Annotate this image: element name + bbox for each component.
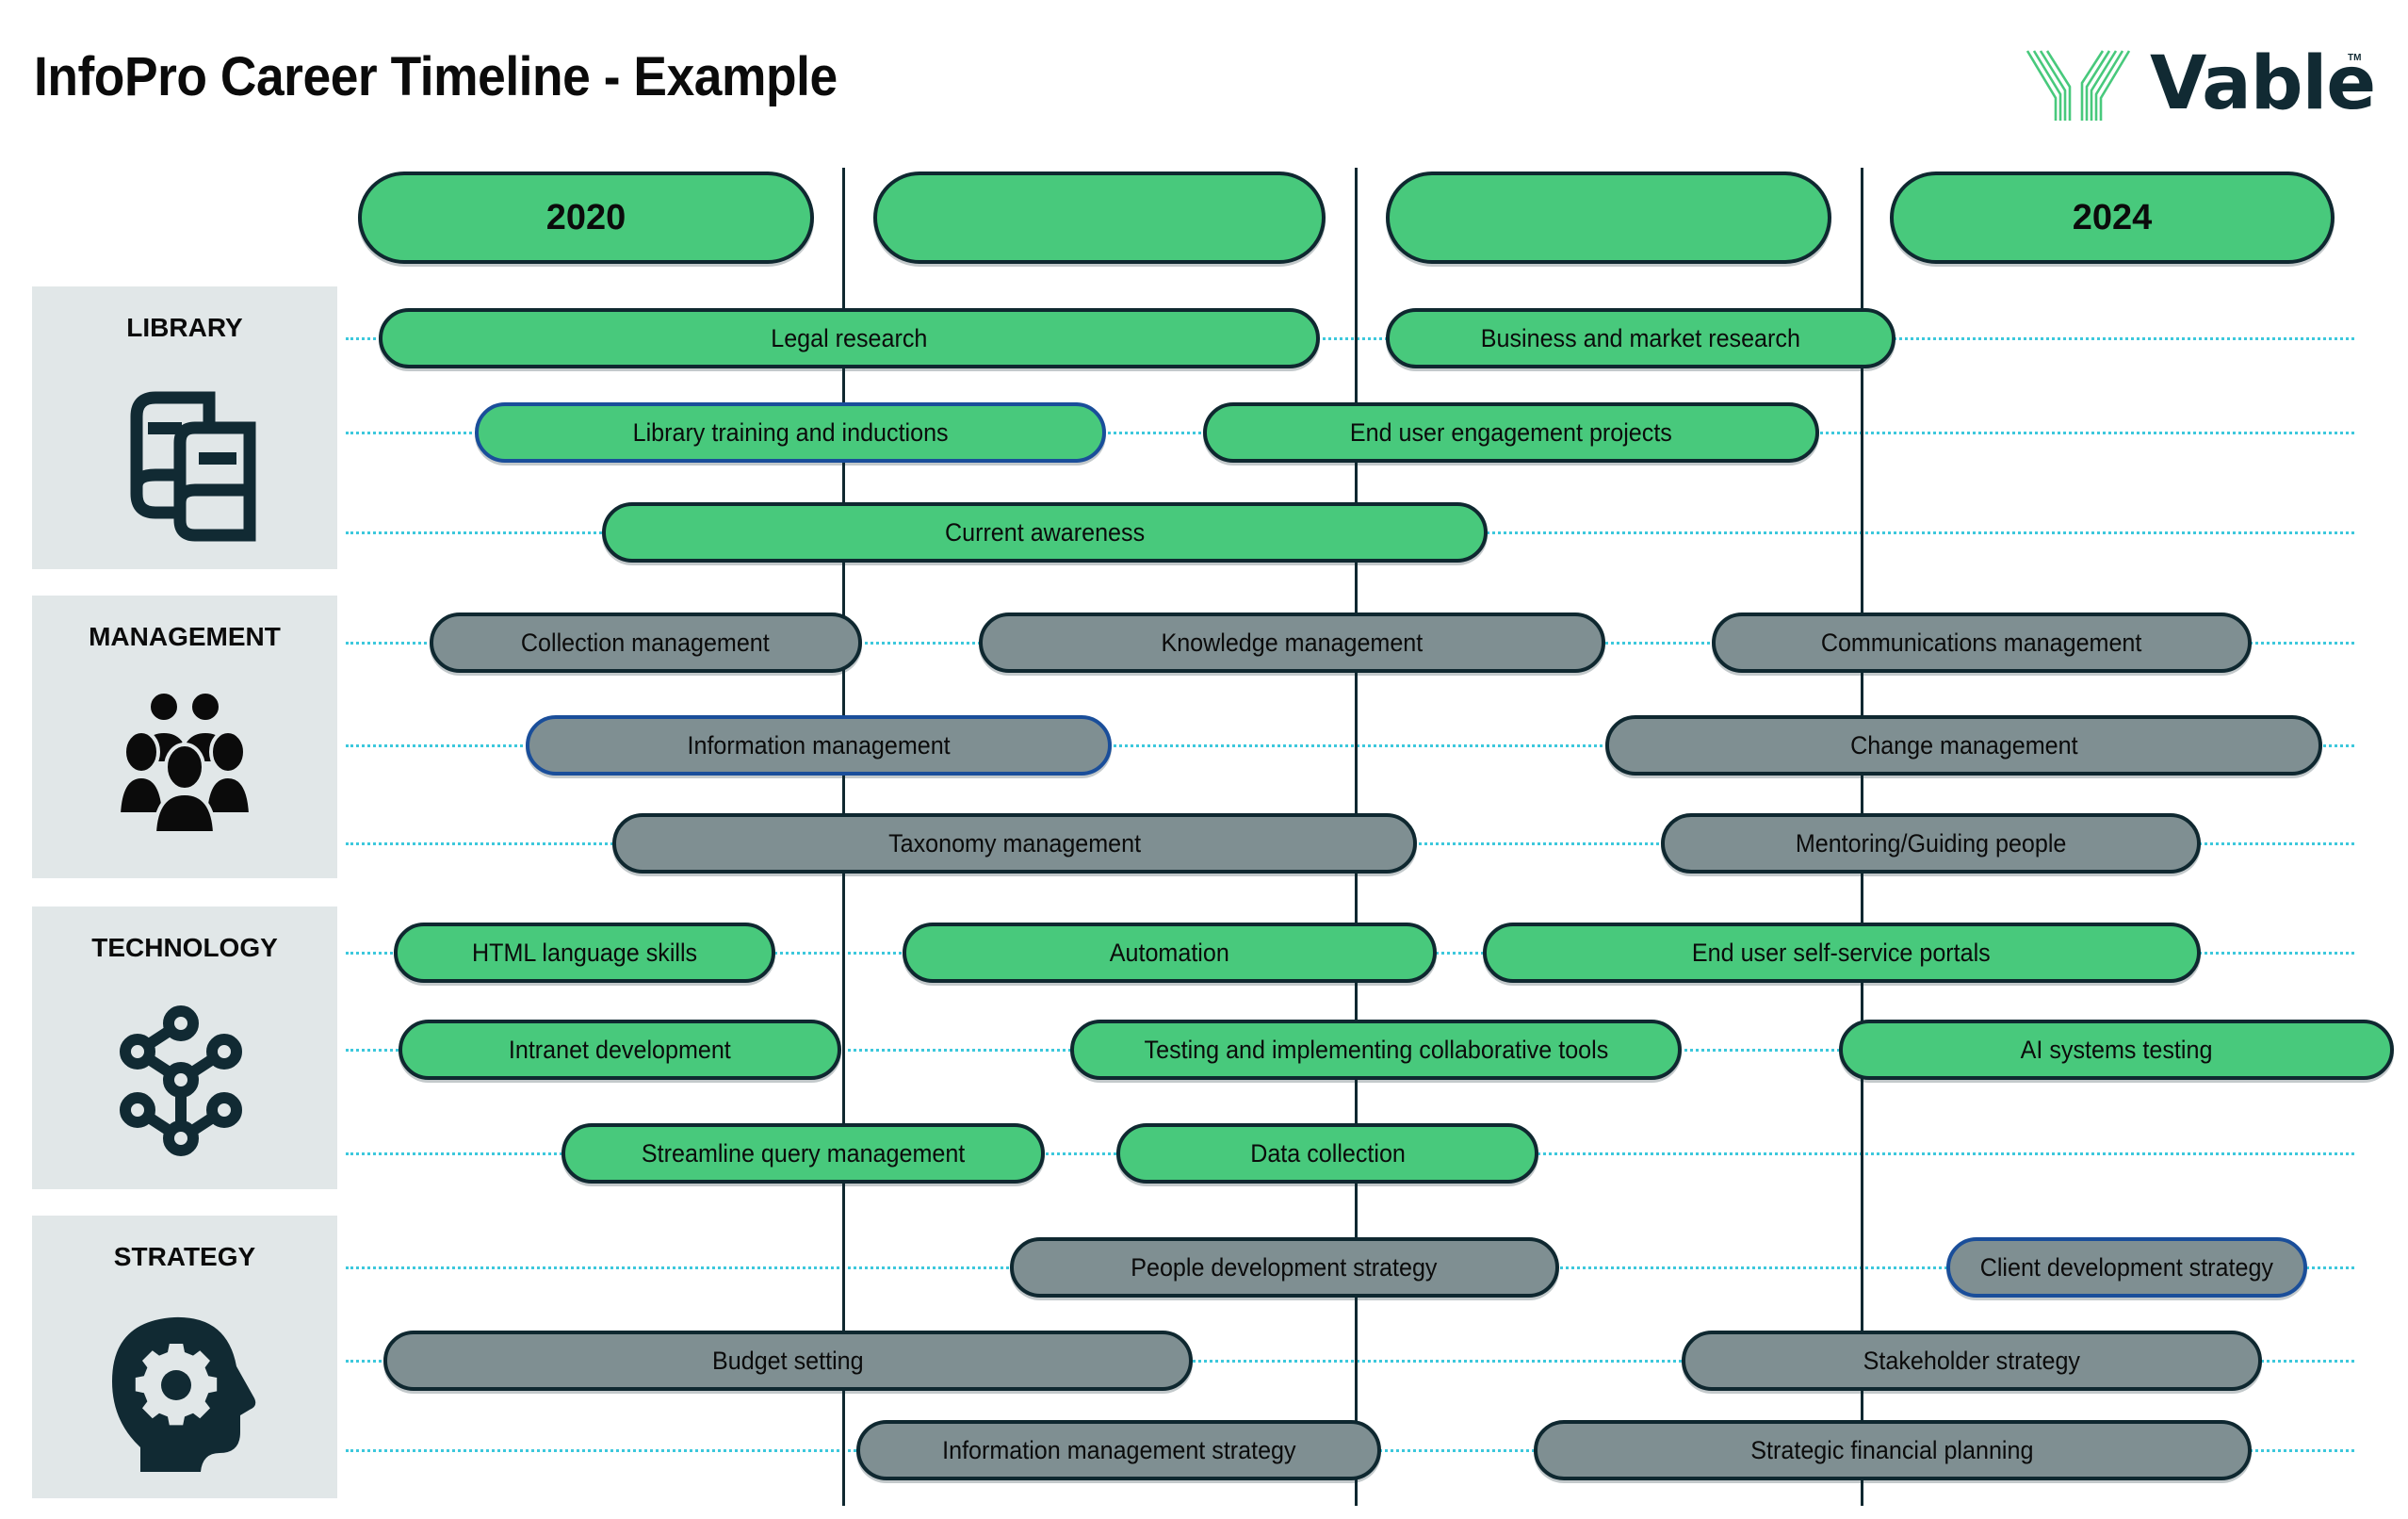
skill-label: Streamline query management (642, 1138, 966, 1168)
skill-bar: People development strategy (1009, 1237, 1559, 1298)
skill-bar: Stakeholder strategy (1681, 1331, 2262, 1391)
skill-label: Library training and inductions (632, 417, 949, 447)
skill-bar: Knowledge management (979, 612, 1605, 673)
year-label: 2024 (2072, 197, 2153, 237)
skill-bar: Automation (903, 923, 1438, 983)
category-panel-technology: TECHNOLOGY (32, 906, 337, 1189)
page-title: InfoPro Career Timeline - Example (34, 46, 838, 107)
skill-bar: Collection management (429, 612, 862, 673)
skill-label: AI systems testing (2020, 1035, 2213, 1064)
skill-bar: Library training and inductions (475, 402, 1107, 463)
skill-bar: Change management (1604, 715, 2323, 776)
skill-label: Current awareness (945, 517, 1146, 547)
skill-label: Automation (1110, 938, 1230, 967)
skill-label: Testing and implementing collaborative t… (1144, 1035, 1608, 1064)
category-label: STRATEGY (113, 1242, 256, 1271)
skill-bar: Data collection (1115, 1123, 1539, 1184)
skill-label: Client development strategy (1979, 1252, 2273, 1282)
skill-label: Intranet development (509, 1035, 732, 1064)
skill-label: Information management strategy (941, 1435, 1296, 1464)
skill-bar: HTML language skills (393, 923, 775, 983)
skill-label: Strategic financial planning (1750, 1435, 2034, 1464)
skill-bar: Information management strategy (856, 1420, 1381, 1480)
skill-bar: Streamline query management (561, 1123, 1046, 1184)
skill-label: Data collection (1249, 1138, 1406, 1168)
skill-label: Taxonomy management (887, 828, 1141, 858)
skill-bar: AI systems testing (1839, 1020, 2394, 1080)
skill-label: Stakeholder strategy (1863, 1346, 2080, 1375)
network-nodes-icon (120, 1005, 242, 1156)
skill-bar: Current awareness (602, 502, 1489, 563)
skill-label: Collection management (521, 628, 771, 657)
skill-label: Communications management (1821, 628, 2142, 657)
year-label: 2020 (545, 197, 626, 237)
year-header-3 (1386, 172, 1831, 264)
skill-bar: End user engagement projects (1202, 402, 1819, 463)
vable-logo: Vable TM (2026, 41, 2376, 126)
skill-label: End user self-service portals (1692, 938, 1992, 967)
skill-bar: Strategic financial planning (1533, 1420, 2252, 1480)
skill-label: Legal research (771, 323, 928, 352)
category-panel-strategy: STRATEGY (32, 1216, 337, 1498)
skill-bar: Testing and implementing collaborative t… (1070, 1020, 1682, 1080)
skill-label: HTML language skills (471, 938, 697, 967)
books-icon (130, 391, 256, 542)
skill-bar: End user self-service portals (1482, 923, 2201, 983)
skill-bar: Information management (526, 715, 1112, 776)
category-label: TECHNOLOGY (91, 933, 278, 962)
skill-label: Information management (687, 730, 951, 760)
skill-bar: Communications management (1712, 612, 2252, 673)
category-panel-management: MANAGEMENT (32, 596, 337, 878)
skill-label: Business and market research (1480, 323, 1800, 352)
head-gear-icon (112, 1316, 256, 1472)
logo-trademark: TM (2348, 53, 2362, 63)
skill-bar: Business and market research (1386, 308, 1895, 368)
year-header-1: 2020 (358, 172, 814, 264)
skill-bar: Budget setting (383, 1331, 1193, 1391)
skill-label: End user engagement projects (1349, 417, 1672, 447)
vable-stripes-logo-icon (2026, 50, 2131, 121)
logo-text: Vable (2150, 41, 2376, 126)
skill-bar: Taxonomy management (612, 813, 1417, 874)
people-group-icon (116, 690, 253, 835)
category-label: LIBRARY (126, 313, 243, 342)
year-header-2 (873, 172, 1326, 264)
year-header-4: 2024 (1890, 172, 2335, 264)
category-panel-library: LIBRARY (32, 286, 337, 569)
skill-label: Budget setting (712, 1346, 864, 1375)
skill-bar: Intranet development (399, 1020, 842, 1080)
skill-label: People development strategy (1131, 1252, 1438, 1282)
category-label: MANAGEMENT (89, 622, 281, 651)
skill-label: Knowledge management (1161, 628, 1424, 657)
skill-bar: Legal research (378, 308, 1321, 368)
skill-label: Change management (1849, 730, 2078, 760)
skill-bar: Client development strategy (1945, 1237, 2308, 1298)
skill-bar: Mentoring/Guiding people (1661, 813, 2201, 874)
skill-label: Mentoring/Guiding people (1795, 828, 2067, 858)
